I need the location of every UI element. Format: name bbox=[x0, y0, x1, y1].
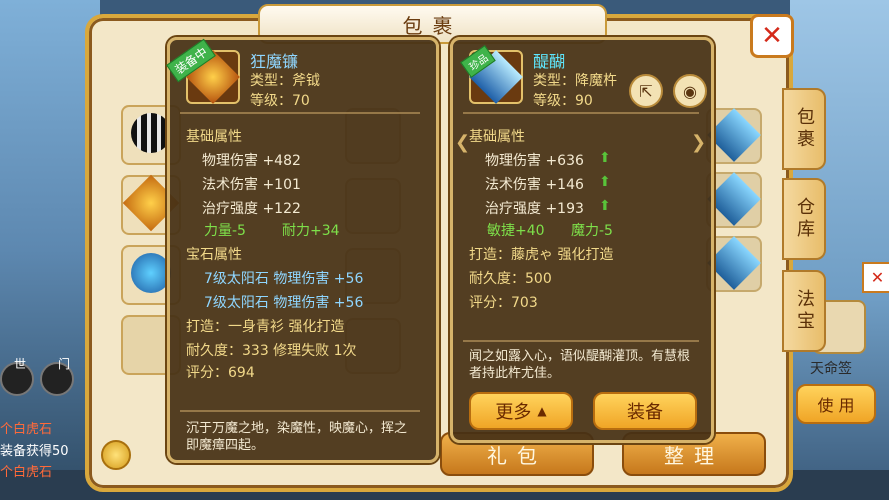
forge-line: 打造：藤虎ゃ 强化打造 bbox=[469, 247, 614, 263]
gem-stats-header: 宝石属性 bbox=[186, 247, 242, 263]
tab-bag[interactable]: 包裹 bbox=[782, 88, 826, 170]
chat-guild-label: 门 bbox=[58, 357, 71, 371]
equip-button[interactable]: 装备 bbox=[593, 392, 697, 430]
stat-line: 法术伤害 +146 bbox=[485, 177, 584, 193]
next-arrow-icon[interactable]: ❯ bbox=[691, 132, 706, 153]
chat-world-label: 世 bbox=[14, 357, 27, 371]
item-description: 闻之如露入心，语似醍醐灌顶。有慧根者持此杵尤佳。 bbox=[469, 349, 691, 381]
extra-stat: 力量-5 bbox=[204, 223, 246, 239]
bg-item-label: 天命签 bbox=[810, 361, 852, 377]
item-type: 类型：斧钺 bbox=[250, 73, 320, 89]
share-button[interactable]: ⇱ bbox=[629, 74, 663, 108]
compare-item-tooltip: 珍品 醍醐 类型：降魔杵 等级：90 ⇱ ◉ ❮ ❯ 基础属性 物理伤害 +63… bbox=[450, 37, 714, 443]
close-icon[interactable]: ✕ bbox=[862, 262, 889, 293]
stat-line: 物理伤害 +636 bbox=[485, 153, 584, 169]
close-button[interactable]: ✕ bbox=[750, 14, 794, 58]
base-stats-header: 基础属性 bbox=[186, 129, 242, 145]
coin-icon bbox=[101, 440, 131, 470]
tab-treasure[interactable]: 法宝 bbox=[782, 270, 826, 352]
preview-button[interactable]: ◉ bbox=[673, 74, 707, 108]
more-button[interactable]: 更多 ▲ bbox=[469, 392, 573, 430]
staff-icon bbox=[707, 108, 761, 162]
chat-line: 个白虎石 bbox=[0, 422, 53, 437]
stat-line: 物理伤害 +482 bbox=[202, 153, 301, 169]
durability-line: 耐久度：500 bbox=[469, 271, 552, 287]
bag-slot[interactable] bbox=[706, 108, 762, 164]
divider bbox=[180, 410, 420, 412]
stat-up-icon: ⬆ bbox=[599, 150, 611, 166]
chat-line: 装备获得50 bbox=[0, 444, 69, 459]
extra-stat: 魔力-5 bbox=[571, 223, 613, 239]
staff-icon bbox=[707, 236, 761, 290]
close-icon: ✕ bbox=[761, 21, 783, 51]
equipped-item-tooltip: 装备中 狂魔镰 类型：斧钺 等级：70 基础属性 物理伤害 +482 法术伤害 … bbox=[166, 37, 439, 463]
gem-line: 7级太阳石 物理伤害 +56 bbox=[204, 295, 364, 311]
stat-up-icon: ⬆ bbox=[599, 174, 611, 190]
divider bbox=[180, 112, 420, 114]
tab-warehouse[interactable]: 仓库 bbox=[782, 178, 826, 260]
item-name: 醍醐 bbox=[533, 52, 566, 71]
base-stats-header: 基础属性 bbox=[469, 129, 525, 145]
extra-stat: 敏捷+40 bbox=[487, 223, 545, 239]
bag-slot[interactable] bbox=[706, 172, 762, 228]
item-type: 类型：降魔杵 bbox=[533, 73, 617, 89]
bag-slot[interactable] bbox=[706, 236, 762, 292]
divider bbox=[463, 340, 699, 342]
item-level: 等级：70 bbox=[250, 93, 310, 109]
divider bbox=[463, 112, 699, 114]
chevron-up-icon: ▲ bbox=[537, 404, 547, 418]
stat-line: 治疗强度 +193 bbox=[485, 201, 584, 217]
gem-line: 7级太阳石 物理伤害 +56 bbox=[204, 271, 364, 287]
stat-line: 法术伤害 +101 bbox=[202, 177, 301, 193]
prev-arrow-icon[interactable]: ❮ bbox=[455, 132, 470, 153]
extra-stat: 耐力+34 bbox=[282, 223, 340, 239]
helmet-icon bbox=[131, 113, 171, 153]
use-button[interactable]: 使 用 bbox=[796, 384, 876, 424]
stat-line: 治疗强度 +122 bbox=[202, 201, 301, 217]
item-level: 等级：90 bbox=[533, 93, 593, 109]
durability-line: 耐久度：333 修理失败 1次 bbox=[186, 343, 357, 359]
chat-line: 个白虎石 bbox=[0, 465, 53, 480]
amulet-icon bbox=[131, 253, 171, 293]
score-line: 评分：694 bbox=[186, 365, 255, 381]
share-icon: ⇱ bbox=[639, 81, 653, 101]
more-label: 更多 bbox=[495, 402, 532, 423]
forge-line: 打造：一身青衫 强化打造 bbox=[186, 319, 345, 335]
stat-up-icon: ⬆ bbox=[599, 198, 611, 214]
eye-icon: ◉ bbox=[683, 81, 697, 101]
score-line: 评分：703 bbox=[469, 295, 538, 311]
item-name: 狂魔镰 bbox=[250, 52, 299, 71]
staff-icon bbox=[707, 172, 761, 226]
item-description: 沉于万魔之地，染魔性，映魔心，挥之即魔瘴四起。 bbox=[186, 421, 408, 453]
